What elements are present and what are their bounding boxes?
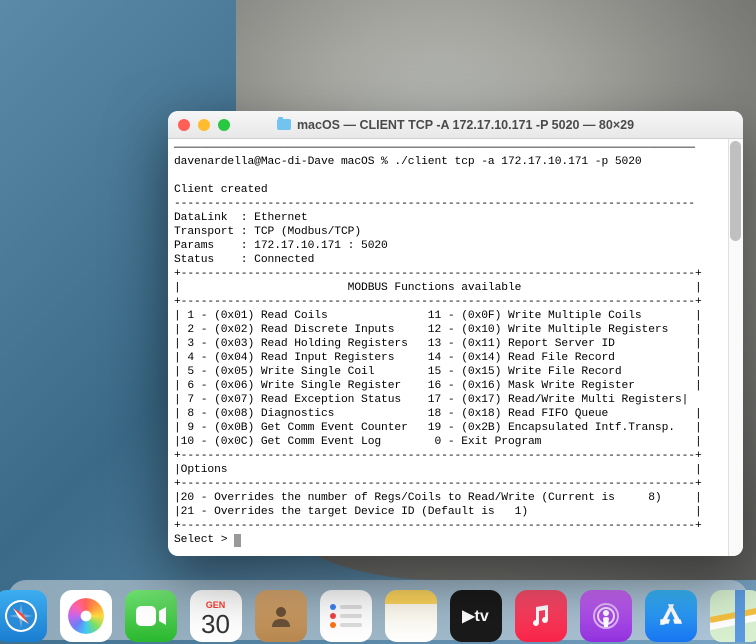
terminal-window[interactable]: macOS — CLIENT TCP -A 172.17.10.171 -P 5…	[168, 111, 743, 556]
terminal-line: | 6 - (0x06) Write Single Register 16 - …	[174, 380, 702, 392]
terminal-line: +---------------------------------------…	[174, 296, 702, 308]
close-button[interactable]	[178, 119, 190, 131]
terminal-line: |21 - Overrides the target Device ID (De…	[174, 506, 702, 518]
terminal-line: |Options |	[174, 464, 702, 476]
terminal-line: ————————————————————————————————————————…	[174, 142, 695, 154]
terminal-line: | 4 - (0x04) Read Input Registers 14 - (…	[174, 352, 702, 364]
facetime-icon[interactable]	[125, 590, 177, 642]
terminal-prompt: Select >	[174, 534, 234, 546]
terminal-line: | 1 - (0x01) Read Coils 11 - (0x0F) Writ…	[174, 310, 702, 322]
terminal-line: Params : 172.17.10.171 : 5020	[174, 240, 388, 252]
terminal-line: +---------------------------------------…	[174, 478, 702, 490]
appstore-icon[interactable]	[645, 590, 697, 642]
dock: GEN 30 ▶tv	[0, 576, 756, 644]
folder-icon	[277, 119, 291, 130]
window-titlebar[interactable]: macOS — CLIENT TCP -A 172.17.10.171 -P 5…	[168, 111, 743, 139]
calendar-day: 30	[201, 611, 230, 637]
reminders-icon[interactable]	[320, 590, 372, 642]
terminal-line: | 5 - (0x05) Write Single Coil 15 - (0x1…	[174, 366, 702, 378]
terminal-line: ----------------------------------------…	[174, 198, 695, 210]
photos-icon[interactable]	[60, 590, 112, 642]
terminal-line: +---------------------------------------…	[174, 450, 702, 462]
terminal-line: Transport : TCP (Modbus/TCP)	[174, 226, 361, 238]
terminal-content[interactable]: ————————————————————————————————————————…	[168, 139, 743, 556]
terminal-line: +---------------------------------------…	[174, 268, 702, 280]
notes-icon[interactable]	[385, 590, 437, 642]
terminal-line: +---------------------------------------…	[174, 520, 702, 532]
calendar-icon[interactable]: GEN 30	[190, 590, 242, 642]
terminal-line: Status : Connected	[174, 254, 314, 266]
music-icon[interactable]	[515, 590, 567, 642]
tv-label: ▶tv	[462, 606, 489, 626]
traffic-lights	[178, 119, 230, 131]
safari-icon[interactable]	[0, 590, 47, 642]
terminal-line: DataLink : Ethernet	[174, 212, 308, 224]
podcasts-icon[interactable]	[580, 590, 632, 642]
terminal-line: | 3 - (0x03) Read Holding Registers 13 -…	[174, 338, 702, 350]
maps-icon[interactable]	[710, 590, 756, 642]
terminal-line: Client created	[174, 184, 268, 196]
scrollbar-thumb[interactable]	[730, 141, 741, 241]
terminal-line: | 7 - (0x07) Read Exception Status 17 - …	[174, 394, 688, 406]
cursor-icon	[234, 534, 241, 547]
window-title: macOS — CLIENT TCP -A 172.17.10.171 -P 5…	[297, 118, 634, 132]
terminal-line: |20 - Overrides the number of Regs/Coils…	[174, 492, 702, 504]
dock-items: GEN 30 ▶tv	[0, 590, 756, 642]
window-title-container: macOS — CLIENT TCP -A 172.17.10.171 -P 5…	[277, 118, 634, 132]
minimize-button[interactable]	[198, 119, 210, 131]
terminal-line: |10 - (0x0C) Get Comm Event Log 0 - Exit…	[174, 436, 702, 448]
maximize-button[interactable]	[218, 119, 230, 131]
scrollbar-track[interactable]	[728, 139, 743, 556]
terminal-line: | 8 - (0x08) Diagnostics 18 - (0x18) Rea…	[174, 408, 702, 420]
terminal-line: | 9 - (0x0B) Get Comm Event Counter 19 -…	[174, 422, 702, 434]
terminal-line: davenardella@Mac-di-Dave macOS % ./clien…	[174, 156, 642, 168]
terminal-line: | 2 - (0x02) Read Discrete Inputs 12 - (…	[174, 324, 702, 336]
tv-icon[interactable]: ▶tv	[450, 590, 502, 642]
contacts-icon[interactable]	[255, 590, 307, 642]
terminal-line: | MODBUS Functions available |	[174, 282, 702, 294]
